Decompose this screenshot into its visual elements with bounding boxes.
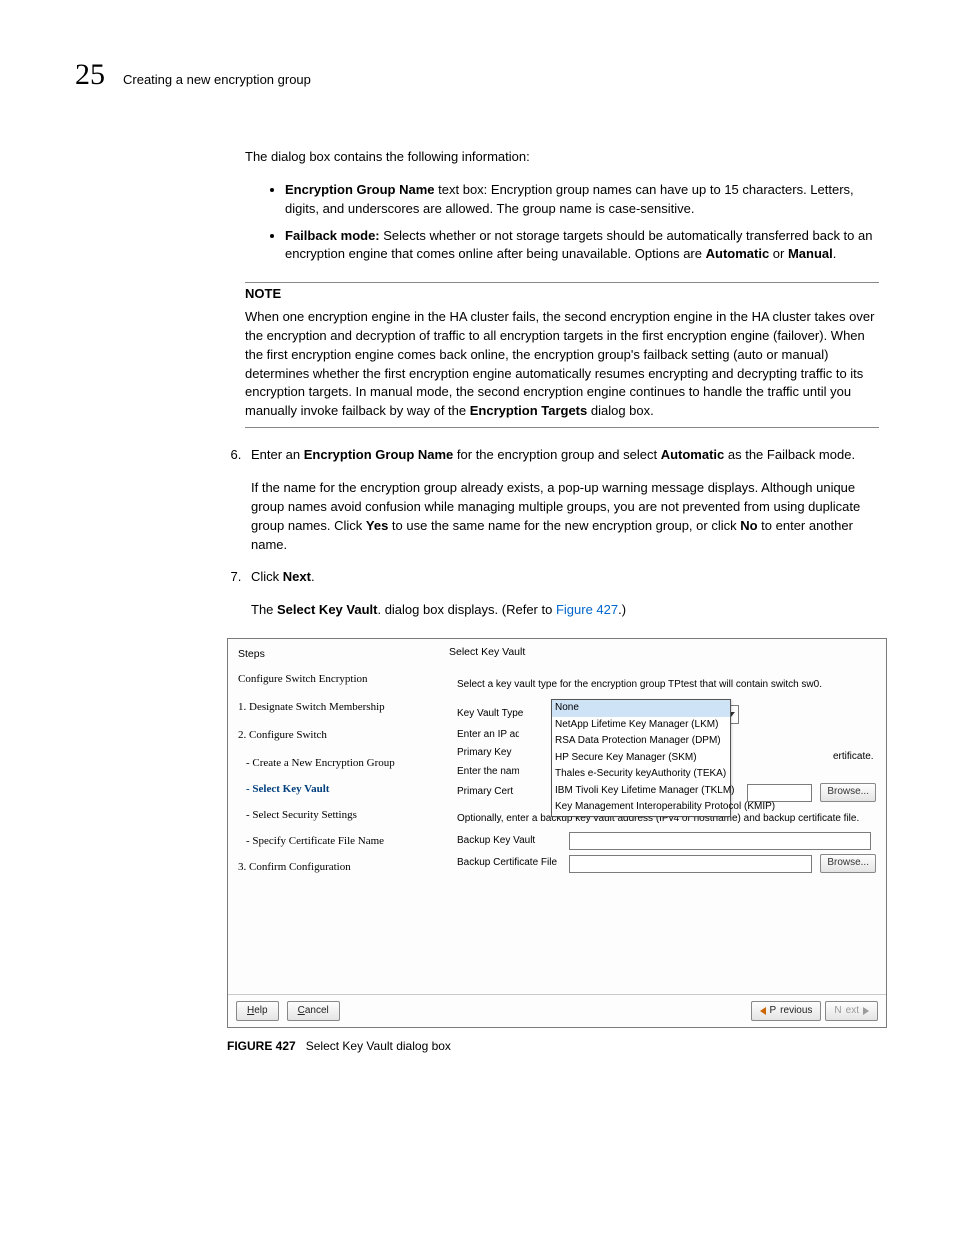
step-6-line1: Enter an Encryption Group Name for the e…: [251, 446, 879, 465]
primary-cert-browse-button[interactable]: Browse...: [820, 783, 876, 802]
dropdown-option[interactable]: None: [552, 700, 730, 717]
dialog-footer: Help Cancel Previous Next: [228, 994, 886, 1027]
steps-panel: Steps Configure Switch Encryption 1. Des…: [228, 639, 443, 993]
kv-type-dropdown[interactable]: None NetApp Lifetime Key Manager (LKM) R…: [551, 699, 731, 817]
chapter-title: Creating a new encryption group: [123, 71, 311, 90]
bullet-label: Failback mode:: [285, 228, 380, 243]
step-6: Enter an Encryption Group Name for the e…: [245, 446, 879, 554]
dropdown-option[interactable]: IBM Tivoli Key Lifetime Manager (TKLM): [552, 783, 730, 800]
backup-kv-row: Backup Key Vault: [457, 832, 876, 850]
page-header: 25 Creating a new encryption group: [75, 60, 879, 90]
primary-cert-label: Primary Cert: [457, 785, 519, 800]
cancel-button[interactable]: Cancel: [287, 1001, 340, 1022]
note-rule-top: [245, 282, 879, 283]
triangle-left-icon: [760, 1007, 766, 1015]
dropdown-option[interactable]: NetApp Lifetime Key Manager (LKM): [552, 717, 730, 734]
figure-link[interactable]: Figure 427: [556, 602, 618, 617]
backup-cert-input[interactable]: [569, 855, 812, 873]
procedure-steps: Enter an Encryption Group Name for the e…: [221, 446, 879, 1055]
backup-cert-label: Backup Certificate File: [457, 856, 565, 871]
steps-configure: Configure Switch Encryption: [238, 672, 433, 688]
steps-2b-current: - Select Key Vault: [246, 782, 433, 798]
figure-caption: FIGURE 427 Select Key Vault dialog box: [227, 1038, 879, 1055]
enter-ip-label: Enter an IP add: [457, 728, 519, 743]
figure-label: FIGURE 427: [227, 1039, 296, 1053]
next-button[interactable]: Next: [825, 1001, 878, 1022]
primary-key-label: Primary Key: [457, 746, 519, 761]
backup-kv-label: Backup Key Vault: [457, 834, 565, 849]
step-7-line1: Click Next.: [251, 568, 879, 587]
bullet-encryption-group-name: Encryption Group Name text box: Encrypti…: [285, 181, 879, 219]
previous-button[interactable]: Previous: [751, 1001, 822, 1022]
body-content: The dialog box contains the following in…: [245, 148, 879, 1055]
ertificate-fragment: ertificate.: [833, 750, 874, 765]
help-button[interactable]: Help: [236, 1001, 279, 1022]
triangle-right-icon: [863, 1007, 869, 1015]
dropdown-option[interactable]: RSA Data Protection Manager (DPM): [552, 733, 730, 750]
backup-cert-browse-button[interactable]: Browse...: [820, 854, 876, 873]
step-7-line2: The Select Key Vault. dialog box display…: [251, 601, 879, 620]
note-rule-bottom: [245, 427, 879, 428]
steps-2d: - Specify Certificate File Name: [246, 834, 433, 850]
primary-cert-input[interactable]: [747, 784, 812, 802]
steps-2a: - Create a New Encryption Group: [246, 756, 433, 772]
bullet-failback-mode: Failback mode: Selects whether or not st…: [285, 227, 879, 265]
select-key-vault-panel: Select Key Vault Select a key vault type…: [443, 639, 886, 993]
steps-3: 3. Confirm Configuration: [238, 860, 433, 876]
note-heading: NOTE: [245, 285, 879, 304]
panel-prompt: Select a key vault type for the encrypti…: [457, 678, 876, 693]
step-6-line2: If the name for the encryption group alr…: [251, 479, 879, 554]
step-7: Click Next. The Select Key Vault. dialog…: [245, 568, 879, 1055]
figure-caption-text: Select Key Vault dialog box: [306, 1039, 451, 1053]
kv-type-label: Key Vault Type: [457, 707, 549, 722]
info-bullets: Encryption Group Name text box: Encrypti…: [245, 181, 879, 264]
steps-2c: - Select Security Settings: [246, 808, 433, 824]
steps-title: Steps: [238, 647, 433, 662]
steps-2: 2. Configure Switch: [238, 728, 433, 744]
dropdown-option[interactable]: Key Management Interoperability Protocol…: [552, 799, 730, 816]
chapter-number: 25: [75, 60, 105, 90]
dropdown-option[interactable]: HP Secure Key Manager (SKM): [552, 750, 730, 767]
enter-name-label: Enter the name: [457, 765, 519, 780]
backup-kv-input[interactable]: [569, 832, 871, 850]
backup-cert-row: Backup Certificate File Browse...: [457, 854, 876, 873]
select-key-vault-dialog: Steps Configure Switch Encryption 1. Des…: [227, 638, 887, 1028]
dropdown-option[interactable]: Thales e-Security keyAuthority (TEKA): [552, 766, 730, 783]
bullet-label: Encryption Group Name: [285, 182, 435, 197]
steps-1: 1. Designate Switch Membership: [238, 700, 433, 716]
note-body: When one encryption engine in the HA clu…: [245, 308, 879, 421]
panel-title: Select Key Vault: [449, 645, 876, 660]
intro-paragraph: The dialog box contains the following in…: [245, 148, 879, 167]
